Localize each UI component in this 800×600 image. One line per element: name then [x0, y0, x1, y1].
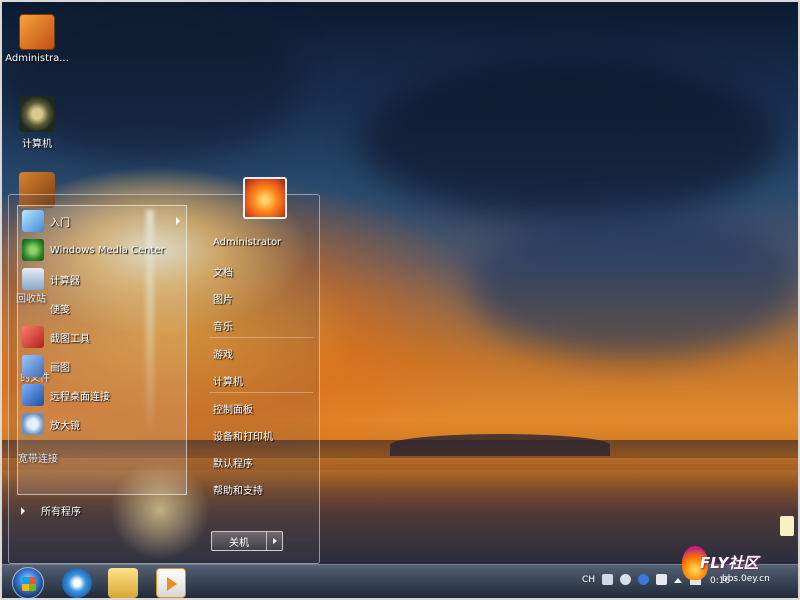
start-item-label: 画图 [50, 362, 70, 374]
start-item-paint[interactable]: 画图 [22, 353, 186, 379]
start-right-devices-printers[interactable]: 设备和打印机 [213, 428, 273, 443]
watermark-url: bbs.0ey.cn [722, 574, 770, 584]
start-right-pictures[interactable]: 图片 [213, 291, 233, 306]
start-item-snipping-tool[interactable]: 截图工具 [22, 324, 186, 350]
remote-desktop-icon [22, 384, 44, 406]
sticky-notes-icon [22, 297, 44, 319]
start-item-label: 截图工具 [50, 333, 90, 345]
desktop-icon-label: Administra... [5, 53, 69, 64]
chevron-right-icon [272, 538, 277, 544]
wallpaper-cloud [470, 210, 800, 360]
start-right-games[interactable]: 游戏 [213, 346, 233, 361]
start-right-control-panel[interactable]: 控制面板 [213, 401, 253, 416]
start-item-calculator[interactable]: 计算器 [22, 266, 186, 292]
submenu-arrow-icon [176, 217, 180, 225]
start-item-label: 入门 [50, 217, 70, 229]
desktop-gadget-icon[interactable] [780, 516, 794, 536]
wallpaper-island [390, 434, 610, 456]
magnifier-icon [22, 413, 44, 435]
desktop-icon-admin[interactable]: Administra... [2, 14, 72, 64]
fly-community-watermark: FLY社区 bbs.0ey.cn [676, 544, 786, 594]
start-item-sticky-notes[interactable]: 便笺 [22, 295, 186, 321]
start-item-media-center[interactable]: Windows Media Center [22, 237, 186, 263]
start-item-label: Windows Media Center [50, 244, 165, 256]
media-player-icon[interactable] [156, 568, 186, 598]
language-indicator[interactable]: CH [582, 575, 595, 585]
start-right-separator [209, 337, 313, 338]
all-programs-arrow-icon [21, 506, 25, 515]
media-center-icon [22, 239, 44, 261]
start-right-computer[interactable]: 计算机 [213, 373, 243, 388]
computer-icon [19, 96, 55, 132]
start-item-label: 便笺 [50, 304, 70, 316]
user-picture[interactable] [243, 177, 287, 219]
all-programs-button[interactable]: 所有程序 [21, 503, 81, 518]
settings-icon[interactable] [620, 574, 631, 585]
windows-explorer-icon[interactable] [108, 568, 138, 598]
getting-started-icon [22, 210, 44, 232]
shutdown-options-button[interactable] [266, 532, 282, 550]
start-item-getting-started[interactable]: 入门 [22, 208, 186, 234]
shutdown-button[interactable]: 关机 [211, 531, 283, 551]
internet-explorer-icon[interactable] [62, 568, 92, 598]
help-icon[interactable] [638, 574, 649, 585]
watermark-brand: FLY社区 [700, 554, 759, 572]
start-right-documents[interactable]: 文档 [213, 264, 233, 279]
start-right-user-name[interactable]: Administrator [213, 237, 281, 248]
paint-icon [22, 355, 44, 377]
all-programs-label: 所有程序 [41, 507, 81, 518]
snipping-tool-icon [22, 326, 44, 348]
start-item-magnifier[interactable]: 放大镜 [22, 411, 186, 437]
start-right-help-support[interactable]: 帮助和支持 [213, 482, 263, 497]
shutdown-label: 关机 [229, 537, 249, 549]
start-menu-programs-pane: 入门 Windows Media Center 计算器 便笺 截图工具 画图 远… [17, 205, 187, 495]
start-item-remote-desktop[interactable]: 远程桌面连接 [22, 382, 186, 408]
start-item-label: 放大镜 [50, 420, 80, 432]
desktop-icon-computer[interactable]: 计算机 [2, 96, 72, 150]
start-button[interactable] [12, 567, 44, 599]
keyboard-icon[interactable] [602, 574, 613, 585]
start-right-separator [209, 392, 313, 393]
network-icon[interactable] [656, 574, 667, 585]
admin-folder-icon [19, 14, 55, 50]
desktop-icon-label: 计算机 [22, 139, 52, 150]
wallpaper-cloud [360, 60, 780, 220]
calculator-icon [22, 268, 44, 290]
start-right-music[interactable]: 音乐 [213, 318, 233, 333]
start-menu: 入门 Windows Media Center 计算器 便笺 截图工具 画图 远… [8, 177, 320, 564]
start-item-label: 计算器 [50, 275, 80, 287]
start-right-default-programs[interactable]: 默认程序 [213, 455, 253, 470]
start-item-label: 远程桌面连接 [50, 391, 110, 403]
